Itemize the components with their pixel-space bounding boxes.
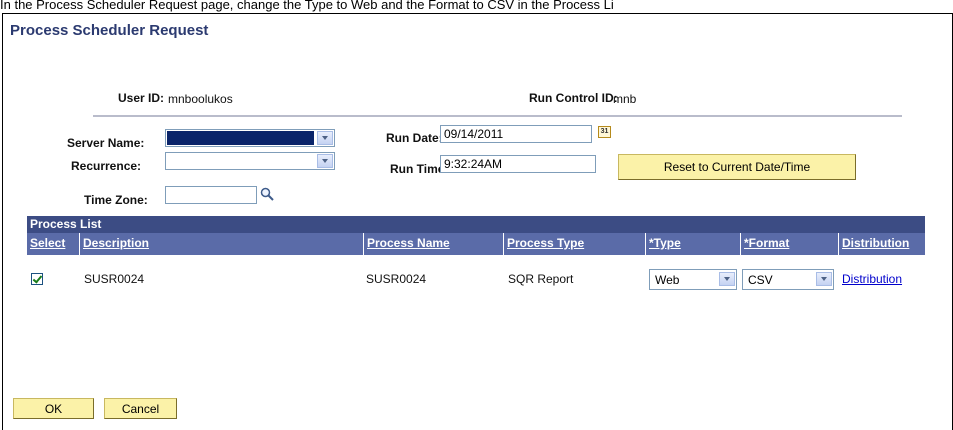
- chevron-down-icon[interactable]: [317, 131, 333, 145]
- server-name-select[interactable]: [165, 129, 335, 147]
- process-list-header: Process List: [27, 216, 925, 233]
- user-id-label: User ID:: [118, 91, 165, 105]
- col-header-select[interactable]: Select: [27, 233, 80, 255]
- server-name-highlight: [167, 131, 314, 145]
- run-time-input[interactable]: 9:32:24AM: [440, 155, 596, 173]
- time-zone-input[interactable]: [165, 186, 257, 204]
- chevron-down-icon[interactable]: [816, 272, 832, 286]
- col-header-type[interactable]: *Type: [646, 233, 741, 255]
- time-zone-label: Time Zone:: [84, 193, 148, 207]
- process-list-columns: Select Description Process Name Process …: [27, 233, 925, 255]
- cancel-button[interactable]: Cancel: [104, 398, 177, 419]
- magnifier-icon[interactable]: [260, 187, 274, 201]
- run-control-id-label: Run Control ID:: [529, 91, 618, 105]
- chevron-down-icon[interactable]: [317, 154, 333, 168]
- recurrence-label: Recurrence:: [71, 159, 142, 173]
- row-description: SUSR0024: [84, 272, 145, 286]
- run-control-id-value: mnb: [613, 92, 637, 106]
- run-date-input[interactable]: 09/14/2011: [440, 125, 592, 143]
- type-select-value: Web: [655, 273, 680, 287]
- run-date-label: Run Date:: [386, 131, 443, 145]
- user-id-value: mnboolukos: [168, 92, 233, 106]
- page-title: Process Scheduler Request: [10, 22, 209, 39]
- reset-date-time-button[interactable]: Reset to Current Date/Time: [618, 154, 856, 180]
- col-header-description[interactable]: Description: [80, 233, 364, 255]
- chevron-down-icon[interactable]: [719, 272, 735, 286]
- server-name-label: Server Name:: [67, 136, 145, 150]
- header-separator: [93, 115, 902, 117]
- row-select-checkbox[interactable]: [31, 273, 43, 285]
- row-process-name: SUSR0024: [366, 272, 427, 286]
- type-select[interactable]: Web: [649, 269, 737, 290]
- format-select[interactable]: CSV: [742, 269, 834, 290]
- col-header-process-name[interactable]: Process Name: [364, 233, 504, 255]
- distribution-link[interactable]: Distribution: [842, 272, 902, 286]
- col-header-process-type[interactable]: Process Type: [504, 233, 646, 255]
- col-header-format[interactable]: *Format: [741, 233, 839, 255]
- col-header-distribution[interactable]: Distribution: [839, 233, 925, 255]
- recurrence-select[interactable]: [165, 152, 335, 170]
- calendar-icon-text: 31: [600, 128, 609, 135]
- row-process-type: SQR Report: [508, 272, 574, 286]
- instruction-text: In the Process Scheduler Request page, c…: [0, 0, 614, 12]
- calendar-icon[interactable]: 31: [598, 126, 611, 138]
- ok-button[interactable]: OK: [13, 398, 94, 419]
- format-select-value: CSV: [748, 273, 773, 287]
